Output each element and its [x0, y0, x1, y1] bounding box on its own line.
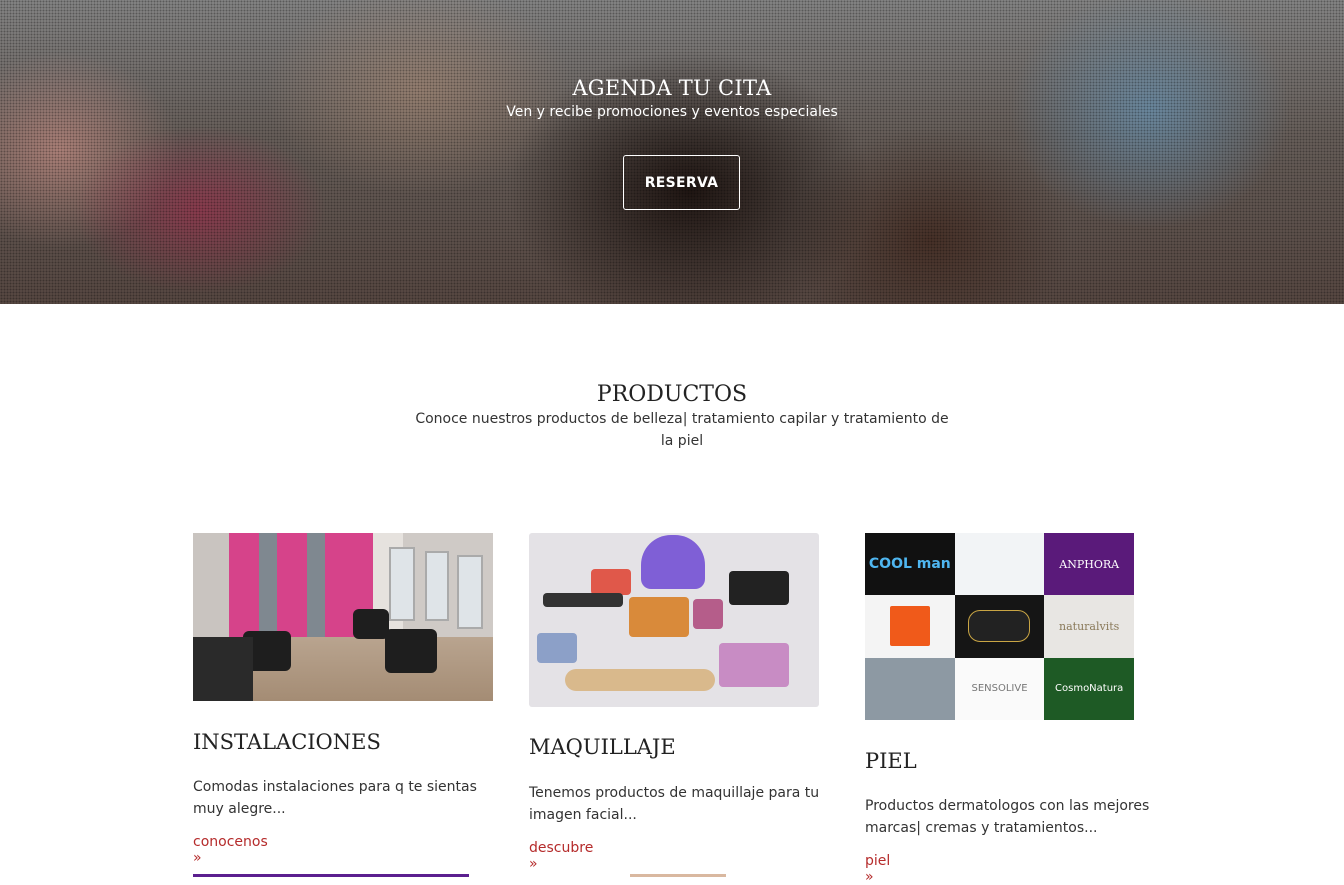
card-title-piel: PIEL: [865, 749, 917, 773]
curling-iron: [543, 593, 623, 607]
orange-card: [889, 606, 930, 647]
card-text-piel: Productos dermatologos con las mejores m…: [865, 798, 1150, 836]
brand-tile: COOL man: [865, 533, 955, 596]
reserva-button[interactable]: RESERVA: [623, 155, 740, 210]
card-title-instalaciones: INSTALACIONES: [193, 730, 381, 754]
hair-dryer: [729, 571, 789, 605]
mirror: [425, 551, 449, 621]
salon-chair: [353, 609, 389, 639]
gold-logo-card: [968, 610, 1031, 643]
maquillaje-image[interactable]: [529, 533, 819, 707]
mirror: [389, 547, 415, 621]
palette: [693, 599, 723, 629]
hair-dryer: [591, 569, 631, 595]
brand-tile: ANPHORA: [1044, 533, 1134, 596]
card-text-instalaciones: Comodas instalaciones para q te sientas …: [193, 779, 477, 817]
brand-tile: CosmoNatura: [1044, 657, 1134, 720]
compact: [537, 633, 577, 663]
brand-tile: [865, 595, 955, 658]
card-text-maquillaje: Tenemos productos de maquillaje para tu …: [529, 785, 820, 823]
hero-subtitle: Ven y recibe promociones y eventos espec…: [506, 104, 838, 120]
brushes: [565, 669, 715, 691]
hero-title: AGENDA TU CITA: [572, 76, 772, 100]
piel-brands-image[interactable]: COOL man ANPHORA naturalvits SENSOLIVE C…: [865, 533, 1134, 720]
lipsticks: [719, 643, 789, 687]
brand-tile: [954, 595, 1045, 658]
eyeshadow-palette: [629, 597, 689, 637]
products-title: PRODUCTOS: [596, 382, 748, 407]
instalaciones-image[interactable]: [193, 533, 493, 701]
brand-tile: naturalvits: [1044, 595, 1134, 658]
brand-tile: SENSOLIVE: [954, 657, 1045, 720]
link-conocenos[interactable]: conocenos »: [193, 834, 268, 866]
brand-tile: [954, 533, 1045, 596]
reception-desk: [193, 637, 253, 701]
brand-tile: [865, 657, 955, 720]
mirror: [457, 555, 483, 629]
products-subtitle: Conoce nuestros productos de belleza| tr…: [415, 411, 949, 449]
salon-chair: [385, 629, 437, 673]
card-title-maquillaje: MAQUILLAJE: [529, 735, 676, 759]
link-descubre[interactable]: descubre »: [529, 840, 593, 872]
hero-content: AGENDA TU CITA Ven y recibe promociones …: [0, 0, 1344, 304]
neck-tray: [641, 535, 705, 589]
link-piel[interactable]: piel »: [865, 853, 890, 885]
